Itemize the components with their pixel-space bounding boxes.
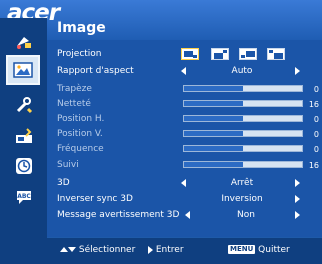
arrow-right-icon[interactable]: [295, 179, 300, 187]
frequency-slider[interactable]: [183, 145, 303, 152]
3d-sync-invert-value: Inversion: [221, 194, 263, 204]
arrow-right-icon: [148, 245, 153, 254]
slider-fill: [184, 116, 243, 121]
slider-fill: [184, 101, 243, 106]
menu-row-sharpness[interactable]: Netteté 16: [57, 97, 322, 112]
arrow-up-icon: [60, 247, 68, 252]
projection-label: Projection: [57, 49, 102, 59]
arrow-right-icon[interactable]: [295, 195, 300, 203]
menu-row-3d[interactable]: 3D Arrêt: [57, 176, 322, 191]
slider-value: 0: [313, 115, 319, 124]
menu-row-tracking[interactable]: Suivi 16: [57, 158, 322, 173]
menu-row-projection[interactable]: Projection: [57, 47, 322, 62]
rear-desk-icon[interactable]: [239, 48, 257, 60]
slider-value: 0: [313, 85, 319, 94]
v-position-slider[interactable]: [183, 130, 303, 137]
3d-sync-invert-label: Inverser sync 3D: [57, 194, 133, 204]
menu-row-frequency[interactable]: Fréquence 0: [57, 142, 322, 157]
quit-label: Quitter: [258, 245, 290, 255]
arrow-left-icon[interactable]: [185, 211, 190, 219]
image-settings-icon[interactable]: [6, 55, 40, 85]
slider-fill: [184, 86, 243, 91]
select-hint: Sélectionner: [60, 245, 135, 255]
timer-icon[interactable]: [9, 154, 39, 178]
select-label: Sélectionner: [78, 245, 136, 255]
3d-warning-value: Non: [237, 210, 255, 220]
slider-fill: [184, 146, 243, 151]
enter-hint: Entrer: [148, 245, 184, 255]
slider-value: 16: [308, 161, 319, 170]
menu-row-3d-sync-invert[interactable]: Inverser sync 3D Inversion: [57, 192, 322, 207]
arrow-left-icon[interactable]: [181, 179, 186, 187]
page-title: Image: [57, 20, 106, 36]
menu-row-h-position[interactable]: Position H. 0: [57, 112, 322, 127]
management-icon[interactable]: [9, 124, 39, 148]
menu-row-keystone[interactable]: Trapèze 0: [57, 82, 322, 97]
front-ceiling-icon[interactable]: [211, 48, 229, 60]
front-desk-icon[interactable]: [181, 48, 199, 60]
slider-label: Fréquence: [57, 144, 104, 154]
h-position-slider[interactable]: [183, 115, 303, 122]
svg-text:ABC: ABC: [17, 193, 31, 200]
slider-label: Suivi: [57, 160, 79, 170]
rear-ceiling-icon[interactable]: [267, 48, 285, 60]
arrow-right-icon[interactable]: [295, 211, 300, 219]
aspect-ratio-label: Rapport d'aspect: [57, 66, 134, 76]
menu-row-aspect-ratio[interactable]: Rapport d'aspect Auto: [57, 64, 322, 79]
tools-settings-icon[interactable]: [9, 93, 39, 117]
tracking-slider[interactable]: [183, 161, 303, 168]
arrow-left-icon[interactable]: [181, 67, 186, 75]
osd-footer: Sélectionner Entrer MENU Quitter: [0, 238, 322, 264]
osd-header: acer Image: [0, 0, 322, 40]
slider-fill: [184, 162, 243, 167]
slider-label: Netteté: [57, 99, 91, 109]
arrow-right-icon[interactable]: [295, 67, 300, 75]
arrow-down-icon: [68, 247, 76, 252]
sharpness-slider[interactable]: [183, 100, 303, 107]
slider-label: Position H.: [57, 114, 105, 124]
keystone-slider[interactable]: [183, 85, 303, 92]
aspect-ratio-value: Auto: [231, 66, 253, 76]
menu-key-icon: MENU: [228, 245, 256, 254]
menu-row-v-position[interactable]: Position V. 0: [57, 127, 322, 142]
slider-value: 0: [313, 130, 319, 139]
language-abc-icon[interactable]: ABC: [9, 185, 39, 209]
slider-value: 0: [313, 145, 319, 154]
slider-value: 16: [308, 100, 319, 109]
quit-hint: MENU Quitter: [228, 245, 290, 255]
3d-warning-label: Message avertissement 3D: [57, 210, 180, 220]
slider-label: Position V.: [57, 129, 103, 139]
slider-label: Trapèze: [57, 84, 92, 94]
color-management-icon[interactable]: [9, 30, 39, 54]
sidebar: ABC: [0, 18, 47, 238]
3d-label: 3D: [57, 178, 70, 188]
menu-row-3d-warning[interactable]: Message avertissement 3D Non: [57, 208, 322, 223]
enter-label: Entrer: [155, 245, 184, 255]
3d-value: Arrêt: [230, 178, 254, 188]
slider-fill: [184, 131, 243, 136]
